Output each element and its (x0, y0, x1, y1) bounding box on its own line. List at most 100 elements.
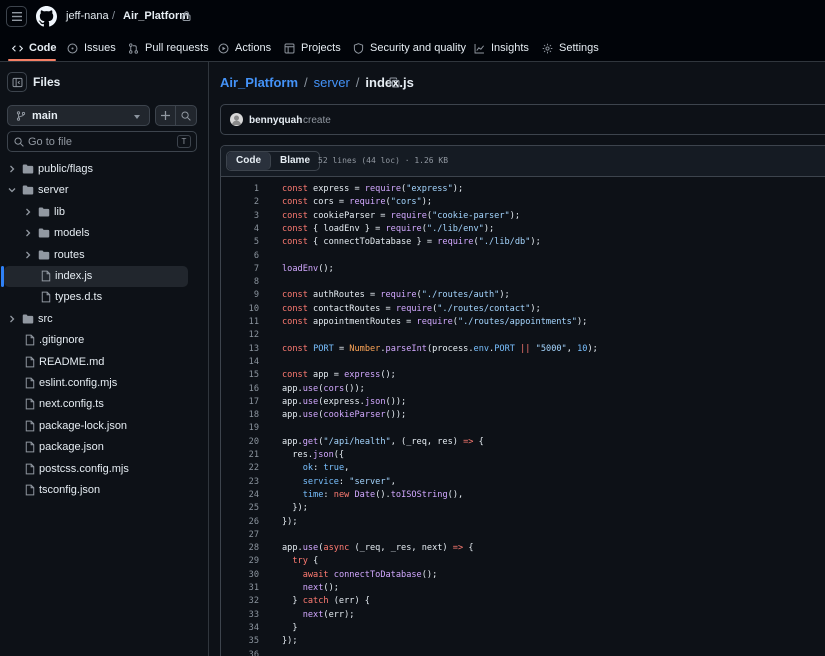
line-number[interactable]: 3 (221, 210, 259, 223)
code-line: 26}); (221, 516, 825, 529)
line-number[interactable]: 16 (221, 383, 259, 396)
tab-insights[interactable]: Insights (474, 34, 529, 62)
tab-pull-requests[interactable]: Pull requests (128, 34, 209, 62)
menu-button[interactable] (6, 6, 27, 27)
line-number[interactable]: 23 (221, 476, 259, 489)
line-number[interactable]: 35 (221, 635, 259, 648)
line-number[interactable]: 12 (221, 329, 259, 342)
line-number[interactable]: 1 (221, 183, 259, 196)
tree-file[interactable]: package.json (4, 437, 188, 458)
line-number[interactable]: 20 (221, 436, 259, 449)
code-text: res.json({ (282, 450, 345, 460)
line-number[interactable]: 33 (221, 609, 259, 622)
line-number[interactable]: 27 (221, 529, 259, 542)
line-number[interactable]: 15 (221, 369, 259, 382)
tab-actions[interactable]: Actions (218, 34, 271, 62)
tree-folder[interactable]: server (4, 180, 188, 201)
line-number[interactable]: 9 (221, 289, 259, 302)
tree-item-label: package.json (39, 441, 104, 454)
line-number[interactable]: 28 (221, 542, 259, 555)
chevron-right-icon[interactable] (24, 208, 32, 216)
owner-link[interactable]: jeff-nana (66, 10, 109, 22)
tab-issues[interactable]: Issues (67, 34, 116, 62)
tree-folder[interactable]: models (4, 223, 188, 244)
breadcrumb-folder[interactable]: server (314, 75, 350, 90)
copy-icon[interactable] (389, 77, 400, 88)
tree-file[interactable]: eslint.config.mjs (4, 373, 188, 394)
code-line: 5 const { connectToDatabase } = require("… (221, 236, 825, 249)
chevron-right-icon[interactable] (24, 251, 32, 259)
breadcrumb-separator: / (112, 10, 116, 22)
line-number[interactable]: 5 (221, 236, 259, 249)
repo-link[interactable]: Air_Platform (123, 10, 189, 22)
code-text: next(); (302, 583, 339, 593)
code-line: 1 const express = require("express"); (221, 183, 825, 196)
tab-code[interactable]: Code (12, 34, 57, 62)
add-file-button[interactable] (155, 105, 176, 126)
breadcrumb-repo[interactable]: Air_Platform (220, 75, 298, 90)
code-view-button[interactable]: Code (227, 152, 271, 170)
chevron-right-icon[interactable] (8, 315, 16, 323)
code-text: }); (282, 503, 308, 514)
github-logo-icon[interactable] (36, 6, 57, 27)
tab-security[interactable]: Security and quality (353, 34, 466, 62)
go-to-file-input[interactable] (28, 134, 168, 149)
tree-file[interactable]: .gitignore (4, 330, 188, 351)
chevron-down-icon[interactable] (8, 186, 16, 194)
line-number[interactable]: 19 (221, 422, 259, 435)
tree-file[interactable]: README.md (4, 352, 188, 373)
search-code-button[interactable] (176, 105, 197, 126)
line-number[interactable]: 26 (221, 516, 259, 529)
line-number[interactable]: 30 (221, 569, 259, 582)
line-number[interactable]: 32 (221, 595, 259, 608)
branch-selector[interactable]: main (7, 105, 150, 126)
code-text: service: "server", (302, 476, 396, 487)
tree-file[interactable]: types.d.ts (4, 287, 188, 308)
tree-file[interactable]: index.js (4, 266, 188, 287)
tab-settings[interactable]: Settings (542, 34, 599, 62)
code-text: }); (282, 516, 298, 527)
code-text: const authRoutes = require("./routes/aut… (282, 290, 510, 301)
line-number[interactable]: 17 (221, 396, 259, 409)
tree-folder[interactable]: public/flags (4, 159, 188, 180)
collapse-sidebar-button[interactable] (7, 72, 27, 92)
tree-file[interactable]: postcss.config.mjs (4, 459, 188, 480)
line-number[interactable]: 22 (221, 462, 259, 475)
code-text: try { (292, 556, 319, 567)
line-number[interactable]: 4 (221, 223, 259, 236)
line-number[interactable]: 7 (221, 263, 259, 276)
line-number[interactable]: 13 (221, 343, 259, 356)
user-avatar-icon (232, 115, 241, 125)
tree-file[interactable]: tsconfig.json (4, 480, 188, 501)
tab-projects[interactable]: Projects (284, 34, 341, 62)
tree-folder[interactable]: lib (4, 202, 188, 223)
chevron-right-icon[interactable] (24, 229, 32, 237)
line-number[interactable]: 34 (221, 622, 259, 635)
tree-file[interactable]: next.config.ts (4, 394, 188, 415)
code-line: 3 const cookieParser = require("cookie-pa… (221, 210, 825, 223)
line-number[interactable]: 29 (221, 555, 259, 568)
line-number[interactable]: 21 (221, 449, 259, 462)
line-number[interactable]: 10 (221, 303, 259, 316)
blame-view-button[interactable]: Blame (271, 152, 319, 170)
tree-file[interactable]: package-lock.json (4, 416, 188, 437)
line-number[interactable]: 25 (221, 502, 259, 515)
file-tree-sidebar: Files main T public/flags server lib models… (0, 62, 209, 656)
line-number[interactable]: 8 (221, 276, 259, 289)
avatar[interactable] (230, 113, 243, 126)
line-number[interactable]: 2 (221, 196, 259, 209)
line-number[interactable]: 14 (221, 356, 259, 369)
line-number[interactable]: 31 (221, 582, 259, 595)
line-number[interactable]: 6 (221, 250, 259, 263)
commit-author[interactable]: bennyquah (249, 115, 302, 126)
line-number[interactable]: 36 (221, 649, 259, 656)
issue-opened-icon (67, 43, 78, 53)
tree-folder[interactable]: src (4, 309, 188, 330)
chevron-right-icon[interactable] (8, 165, 16, 173)
commit-message[interactable]: create (303, 115, 331, 126)
line-number[interactable]: 11 (221, 316, 259, 329)
line-number[interactable]: 24 (221, 489, 259, 502)
tree-folder[interactable]: routes (4, 245, 188, 266)
line-number[interactable]: 18 (221, 409, 259, 422)
code-line: 20 app.get("/api/health", (_req, res) => … (221, 436, 825, 449)
